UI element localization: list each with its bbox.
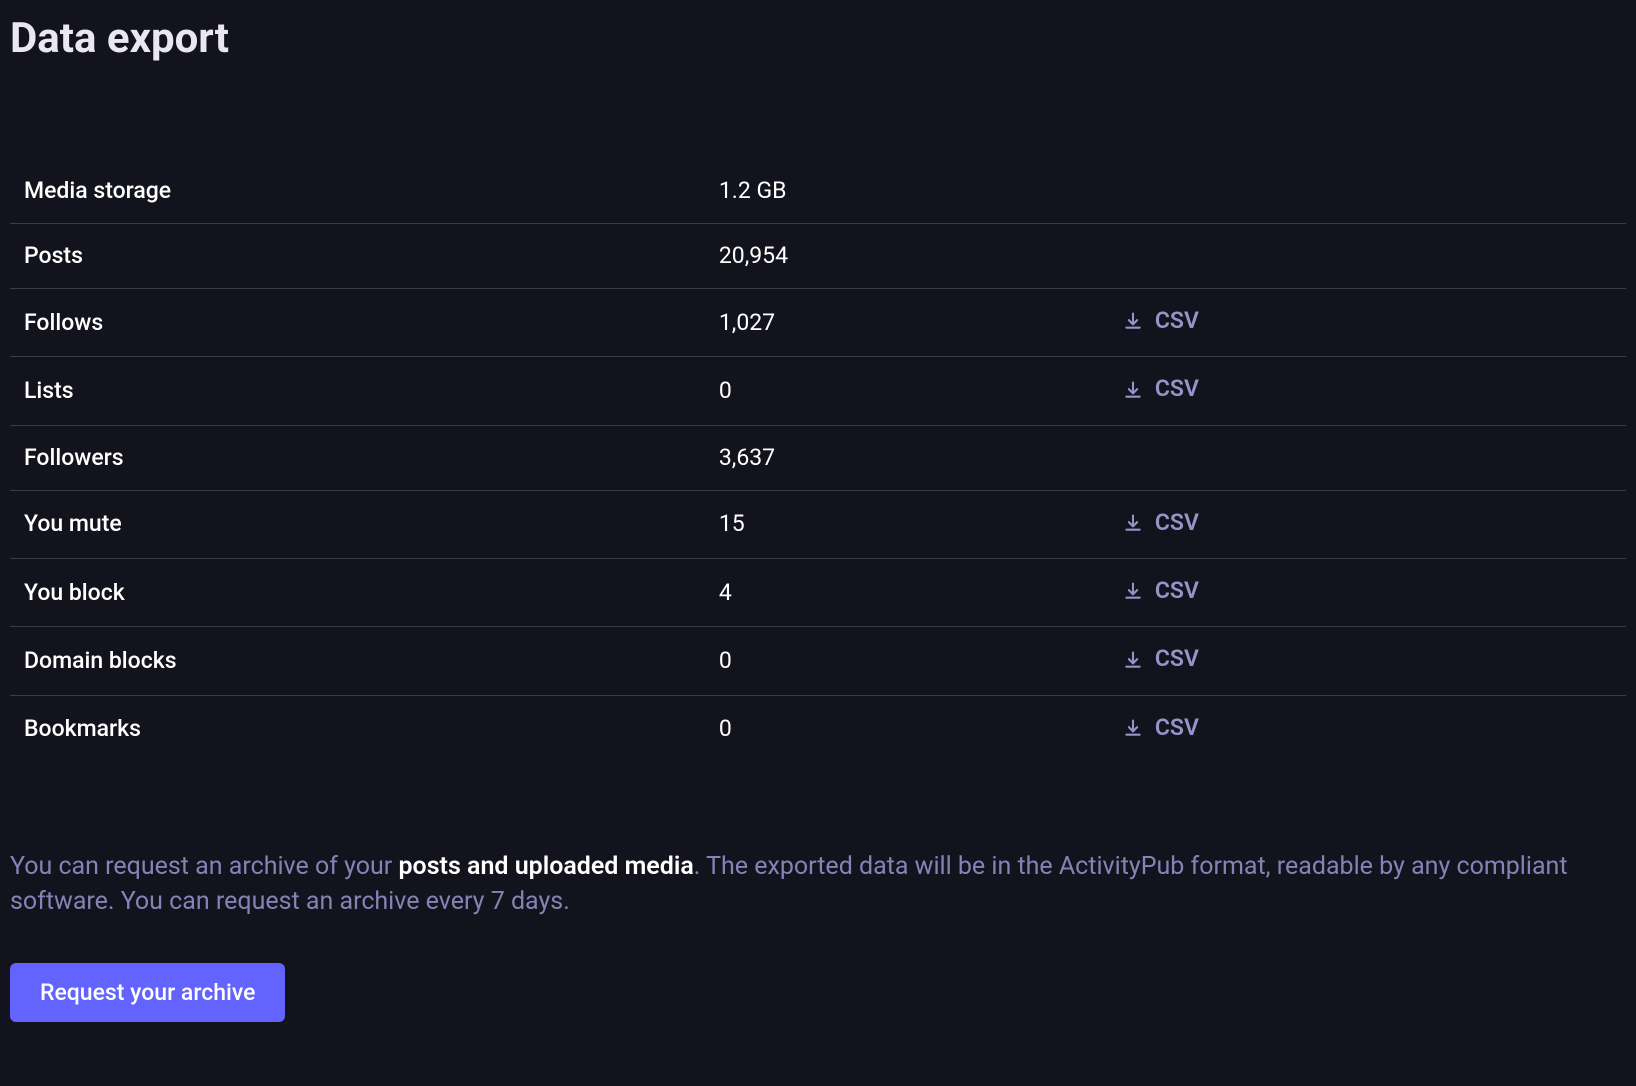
row-label-follows: Follows (10, 289, 705, 357)
row-action-lists: CSV (1109, 357, 1626, 425)
row-value-bookmarks: 0 (705, 695, 1109, 763)
request-archive-button[interactable]: Request your archive (10, 963, 285, 1022)
table-row: You block4 CSV (10, 559, 1626, 627)
table-row: Followers3,637 (10, 425, 1626, 490)
page-title: Data export (10, 10, 1626, 69)
row-value-domain-blocks: 0 (705, 627, 1109, 695)
table-row: You mute15 CSV (10, 490, 1626, 558)
row-action-you-block: CSV (1109, 559, 1626, 627)
row-value-followers: 3,637 (705, 425, 1109, 490)
download-icon (1123, 513, 1143, 533)
export-table: Media storage1.2 GBPosts20,954Follows1,0… (10, 159, 1626, 763)
row-label-lists: Lists (10, 357, 705, 425)
download-icon (1123, 718, 1143, 738)
row-label-posts: Posts (10, 223, 705, 288)
row-label-you-block: You block (10, 559, 705, 627)
csv-label: CSV (1155, 507, 1199, 539)
row-action-followers (1109, 425, 1626, 490)
download-icon (1123, 650, 1143, 670)
row-label-media-storage: Media storage (10, 159, 705, 224)
row-value-lists: 0 (705, 357, 1109, 425)
row-label-followers: Followers (10, 425, 705, 490)
csv-download-you-block[interactable]: CSV (1123, 575, 1199, 607)
csv-label: CSV (1155, 575, 1199, 607)
table-row: Lists0 CSV (10, 357, 1626, 425)
row-label-bookmarks: Bookmarks (10, 695, 705, 763)
csv-label: CSV (1155, 712, 1199, 744)
row-action-you-mute: CSV (1109, 490, 1626, 558)
csv-label: CSV (1155, 305, 1199, 337)
row-value-media-storage: 1.2 GB (705, 159, 1109, 224)
row-action-media-storage (1109, 159, 1626, 224)
row-value-posts: 20,954 (705, 223, 1109, 288)
row-value-follows: 1,027 (705, 289, 1109, 357)
table-row: Media storage1.2 GB (10, 159, 1626, 224)
description-prefix: You can request an archive of your (10, 852, 398, 881)
table-row: Follows1,027 CSV (10, 289, 1626, 357)
download-icon (1123, 311, 1143, 331)
row-label-you-mute: You mute (10, 490, 705, 558)
row-value-you-block: 4 (705, 559, 1109, 627)
csv-label: CSV (1155, 373, 1199, 405)
download-icon (1123, 581, 1143, 601)
csv-download-you-mute[interactable]: CSV (1123, 507, 1199, 539)
archive-description: You can request an archive of your posts… (10, 849, 1626, 919)
csv-download-domain-blocks[interactable]: CSV (1123, 643, 1199, 675)
table-row: Posts20,954 (10, 223, 1626, 288)
csv-download-bookmarks[interactable]: CSV (1123, 712, 1199, 744)
description-strong: posts and uploaded media (398, 852, 693, 881)
row-value-you-mute: 15 (705, 490, 1109, 558)
row-label-domain-blocks: Domain blocks (10, 627, 705, 695)
csv-download-follows[interactable]: CSV (1123, 305, 1199, 337)
row-action-posts (1109, 223, 1626, 288)
row-action-domain-blocks: CSV (1109, 627, 1626, 695)
table-row: Bookmarks0 CSV (10, 695, 1626, 763)
table-row: Domain blocks0 CSV (10, 627, 1626, 695)
download-icon (1123, 380, 1143, 400)
csv-download-lists[interactable]: CSV (1123, 373, 1199, 405)
row-action-follows: CSV (1109, 289, 1626, 357)
csv-label: CSV (1155, 643, 1199, 675)
row-action-bookmarks: CSV (1109, 695, 1626, 763)
